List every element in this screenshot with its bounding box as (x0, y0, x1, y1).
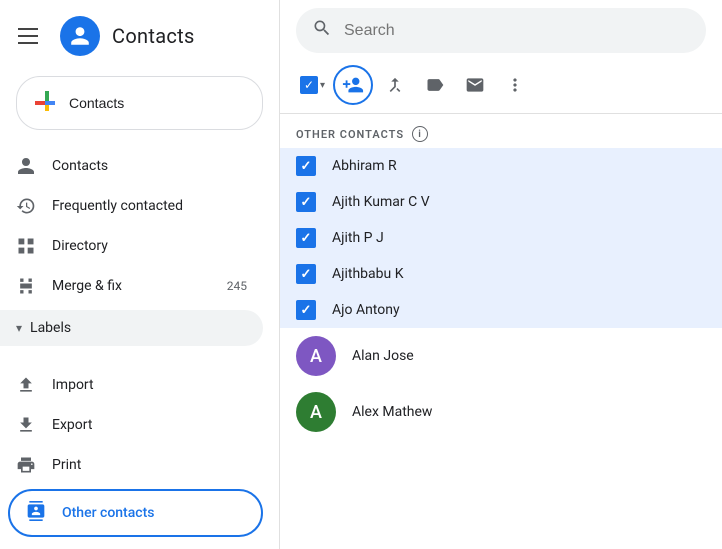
download-icon (16, 415, 36, 435)
contact-name: Ajith Kumar C V (332, 194, 430, 210)
contact-row[interactable]: A Alex Mathew (280, 384, 722, 440)
print-icon (16, 455, 36, 475)
more-options-button[interactable] (497, 67, 533, 103)
contact-row[interactable]: Ajith Kumar C V (280, 184, 722, 220)
contact-list: Abhiram R Ajith Kumar C V Ajith P J Ajit… (280, 148, 722, 549)
other-contacts-label: Other contacts (62, 505, 154, 521)
person-icon (16, 156, 36, 176)
sidebar-header: Contacts (0, 8, 279, 72)
export-label: Export (52, 417, 92, 433)
select-dropdown-arrow: ▾ (320, 80, 325, 91)
contact-name: Ajith P J (332, 230, 384, 246)
contact-name: Abhiram R (332, 158, 397, 174)
history-icon (16, 196, 36, 216)
plus-icon (35, 91, 59, 115)
main-content: ✓ ▾ (280, 0, 722, 549)
contact-row[interactable]: Abhiram R (280, 148, 722, 184)
contact-row[interactable]: Ajo Antony (280, 292, 722, 328)
print-label: Print (52, 457, 81, 473)
section-title: OTHER CONTACTS (296, 128, 404, 141)
merge-fix-label: Merge & fix (52, 278, 122, 294)
contact-row[interactable]: A Alan Jose (280, 328, 722, 384)
contact-checkbox[interactable] (296, 192, 316, 212)
sidebar-item-frequently-contacted[interactable]: Frequently contacted (0, 186, 263, 226)
app-logo (60, 16, 100, 56)
create-contact-label: Contacts (69, 95, 124, 111)
sidebar-item-directory[interactable]: Directory (0, 226, 263, 266)
contact-checkbox[interactable] (296, 228, 316, 248)
avatar: A (296, 336, 336, 376)
contact-name: Alex Mathew (352, 404, 432, 420)
avatar: A (296, 392, 336, 432)
toolbar: ✓ ▾ (280, 61, 722, 114)
grid-icon (16, 236, 36, 256)
email-button[interactable] (457, 67, 493, 103)
contacts-book-icon (26, 501, 46, 525)
select-checkbox: ✓ (300, 76, 318, 94)
import-label: Import (52, 377, 94, 393)
app-title: Contacts (112, 24, 195, 48)
select-all-button[interactable]: ✓ ▾ (296, 67, 329, 103)
contact-name: Ajo Antony (332, 302, 400, 318)
sidebar: Contacts Contacts Contacts Frequently co… (0, 0, 280, 549)
sidebar-item-import[interactable]: Import (0, 365, 263, 405)
hamburger-menu[interactable] (8, 16, 48, 56)
sidebar-item-print[interactable]: Print (0, 445, 263, 485)
sidebar-item-merge-fix[interactable]: Merge & fix 245 (0, 266, 263, 306)
search-input[interactable] (344, 22, 690, 40)
create-contact-button[interactable]: Contacts (16, 76, 263, 130)
labels-section[interactable]: ▾ Labels (0, 310, 263, 346)
upload-icon (16, 375, 36, 395)
add-contact-button[interactable] (333, 65, 373, 105)
sidebar-item-other-contacts[interactable]: Other contacts (8, 489, 263, 537)
contacts-label: Contacts (52, 158, 108, 174)
label-button[interactable] (417, 67, 453, 103)
info-icon[interactable]: i (412, 126, 428, 142)
contact-name: Ajithbabu K (332, 266, 404, 282)
contact-checkbox[interactable] (296, 300, 316, 320)
contact-row[interactable]: Ajith P J (280, 220, 722, 256)
more-icon (505, 75, 525, 95)
contact-checkbox[interactable] (296, 264, 316, 284)
chevron-down-icon: ▾ (16, 321, 22, 335)
merge-icon (16, 276, 36, 296)
email-icon (465, 75, 485, 95)
search-bar (296, 8, 706, 53)
add-person-icon (342, 74, 364, 96)
merge-icon (385, 75, 405, 95)
contact-row[interactable]: Ajithbabu K (280, 256, 722, 292)
sidebar-item-contacts[interactable]: Contacts (0, 146, 263, 186)
directory-label: Directory (52, 238, 108, 254)
merge-button[interactable] (377, 67, 413, 103)
sidebar-footer: Import Export Print (0, 365, 279, 549)
frequently-contacted-label: Frequently contacted (52, 198, 183, 214)
sidebar-item-export[interactable]: Export (0, 405, 263, 445)
search-icon (312, 18, 332, 43)
merge-fix-badge: 245 (227, 279, 247, 293)
section-header: OTHER CONTACTS i (280, 114, 722, 148)
label-icon (425, 75, 445, 95)
labels-label: Labels (30, 320, 71, 336)
contact-name: Alan Jose (352, 348, 414, 364)
contact-checkbox[interactable] (296, 156, 316, 176)
